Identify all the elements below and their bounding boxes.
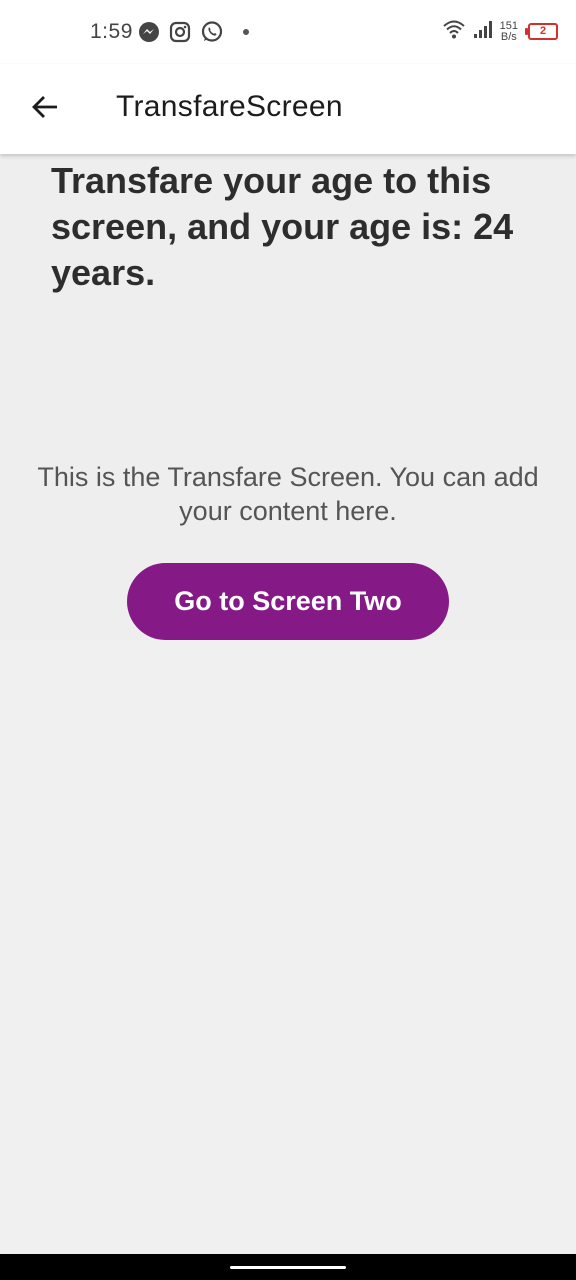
network-speed-value: 151 xyxy=(499,19,518,32)
instagram-icon xyxy=(169,21,191,43)
back-button[interactable] xyxy=(22,86,68,132)
status-bar: 1:59 151 B/s 2 xyxy=(0,0,576,64)
messenger-icon xyxy=(138,21,160,43)
home-indicator[interactable] xyxy=(230,1266,346,1269)
app-bar: TransfareScreen xyxy=(0,64,576,154)
screen-description: This is the Transfare Screen. You can ad… xyxy=(37,462,539,526)
network-speed: 151 B/s xyxy=(499,19,518,43)
page-title: TransfareScreen xyxy=(116,90,343,123)
arrow-back-icon xyxy=(30,92,60,127)
age-heading: Transfare your age to this screen, and y… xyxy=(51,160,514,293)
system-status-icons: 151 B/s 2 xyxy=(442,18,558,45)
whatsapp-icon xyxy=(200,20,224,44)
status-time: 1:59 xyxy=(90,20,133,43)
navigation-bar xyxy=(0,1254,576,1280)
wifi-icon xyxy=(442,18,466,45)
go-to-screen-two-button[interactable]: Go to Screen Two xyxy=(127,563,449,640)
notification-icons xyxy=(138,20,249,44)
network-speed-unit: B/s xyxy=(500,30,517,43)
dot-icon xyxy=(243,29,249,35)
signal-icon xyxy=(472,18,494,45)
battery-icon: 2 xyxy=(525,23,558,40)
